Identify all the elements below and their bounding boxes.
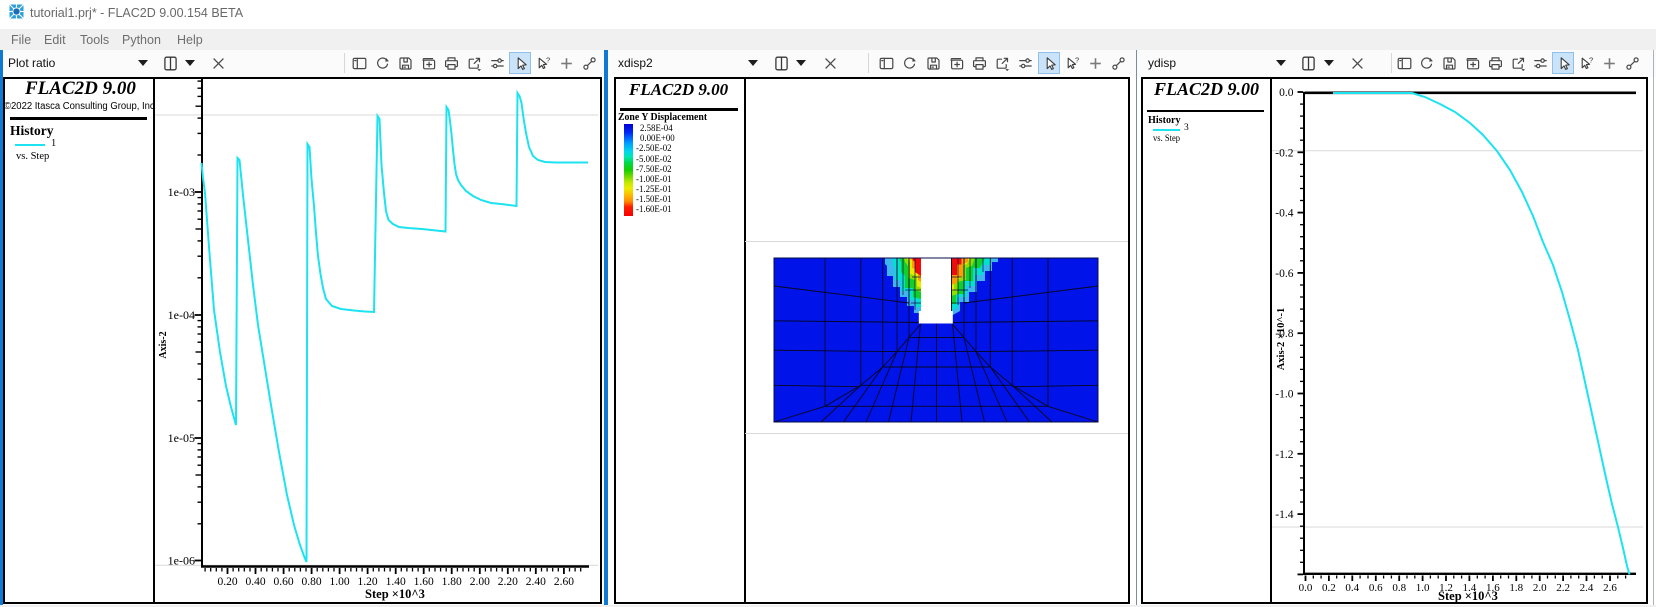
svg-text:2.4: 2.4 xyxy=(1580,582,1594,594)
svg-text:0.4: 0.4 xyxy=(1345,582,1359,594)
svg-text:-1.4: -1.4 xyxy=(1275,509,1293,521)
svg-text:0.0: 0.0 xyxy=(1279,87,1294,99)
svg-text:-0.4: -0.4 xyxy=(1275,208,1293,220)
svg-text:0.8: 0.8 xyxy=(1392,582,1406,594)
svg-text:2.2: 2.2 xyxy=(1556,582,1570,594)
svg-text:-1.0: -1.0 xyxy=(1275,389,1293,401)
svg-text:1.0: 1.0 xyxy=(1416,582,1430,594)
svg-text:Step ×10^3: Step ×10^3 xyxy=(1438,589,1498,603)
svg-text:2.6: 2.6 xyxy=(1603,582,1617,594)
svg-text:2.0: 2.0 xyxy=(1533,582,1547,594)
svg-text:0.6: 0.6 xyxy=(1369,582,1383,594)
svg-text:1.8: 1.8 xyxy=(1509,582,1523,594)
svg-text:-1.2: -1.2 xyxy=(1275,449,1293,461)
svg-text:-0.2: -0.2 xyxy=(1275,147,1293,159)
svg-text:-0.6: -0.6 xyxy=(1275,268,1293,280)
svg-text:0.2: 0.2 xyxy=(1322,582,1336,594)
svg-text:0.0: 0.0 xyxy=(1299,582,1313,594)
svg-text:Axis-2 ×10^-1: Axis-2 ×10^-1 xyxy=(1276,308,1287,371)
